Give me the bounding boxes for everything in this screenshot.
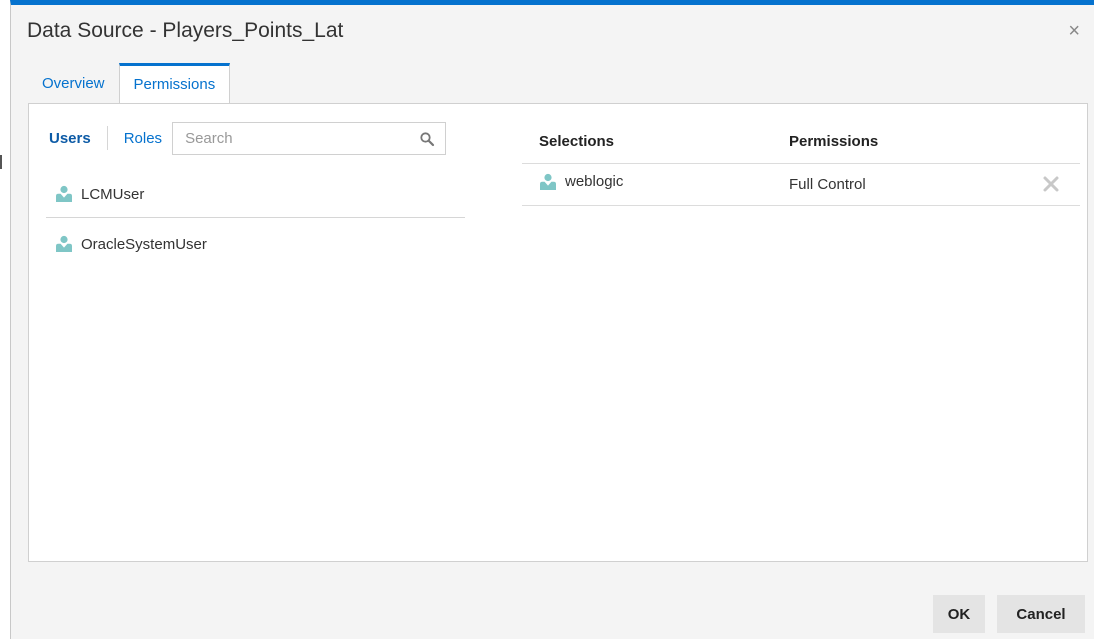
user-list: LCMUser OracleSystemUser	[46, 171, 465, 270]
tab-overview[interactable]: Overview	[28, 64, 119, 104]
table-row: weblogic Full Control	[522, 164, 1080, 206]
permission-level[interactable]: Full Control	[789, 176, 866, 193]
selection-name: weblogic	[565, 173, 624, 190]
permissions-panel: Users Roles LCMUser	[28, 103, 1088, 562]
search-input[interactable]	[173, 122, 446, 154]
tab-permissions[interactable]: Permissions	[118, 63, 231, 105]
selection-cell: weblogic	[522, 173, 789, 191]
cancel-button[interactable]: Cancel	[997, 595, 1085, 633]
permissions-header: Permissions	[789, 133, 879, 150]
user-icon	[56, 235, 72, 252]
tab-bar: Overview Permissions	[28, 62, 231, 105]
dialog-title: Data Source - Players_Points_Lat	[27, 19, 344, 42]
ok-button[interactable]: OK	[933, 595, 985, 633]
user-name: LCMUser	[81, 185, 145, 203]
divider	[106, 126, 108, 150]
roles-tab[interactable]: Roles	[124, 130, 162, 147]
data-source-dialog: Data Source - Players_Points_Lat × Overv…	[10, 0, 1094, 639]
users-tab[interactable]: Users	[49, 130, 91, 147]
user-icon	[540, 173, 556, 190]
list-item[interactable]: LCMUser	[46, 171, 465, 218]
window-edge-marker	[0, 155, 2, 169]
list-item[interactable]: OracleSystemUser	[46, 218, 465, 270]
selections-table: Selections Permissions weblogic Full Con…	[522, 120, 1080, 206]
user-icon	[56, 185, 72, 202]
search-icon[interactable]	[419, 131, 435, 147]
selections-header: Selections	[539, 133, 615, 150]
remove-icon[interactable]	[1042, 175, 1060, 193]
user-name: OracleSystemUser	[81, 235, 207, 253]
close-icon[interactable]: ×	[1068, 21, 1080, 41]
search-box	[172, 121, 447, 155]
table-header: Selections Permissions	[522, 120, 1080, 164]
principal-filter-bar: Users Roles	[49, 120, 447, 156]
